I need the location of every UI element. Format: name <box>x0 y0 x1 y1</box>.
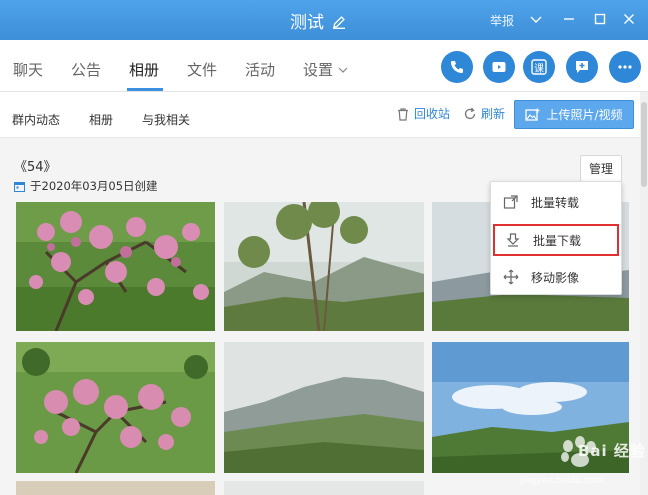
tab-album[interactable]: 相册 <box>129 59 159 80</box>
recycle-bin-label: 回收站 <box>414 107 451 121</box>
tab-chat[interactable]: 聊天 <box>13 59 43 80</box>
repost-icon <box>503 195 518 209</box>
album-created-info: 于2020年03月05日创建 <box>14 178 158 194</box>
album-subnav: 群内动态 相册 与我相关 回收站 刷新 上传照片/视频 <box>0 92 640 138</box>
image-upload-icon <box>525 108 540 121</box>
window-title-group: 测试 <box>290 8 346 33</box>
video-call-button[interactable] <box>483 51 515 83</box>
tab-bar: 聊天 公告 相册 文件 活动 设置 课 <box>0 40 648 92</box>
refresh-icon <box>464 107 476 119</box>
menu-item-move-media[interactable]: 移动影像 <box>491 261 621 293</box>
album-title: 《54》 <box>14 160 57 175</box>
tab-files[interactable]: 文件 <box>187 59 217 80</box>
tab-activities[interactable]: 活动 <box>245 59 275 80</box>
title-bar: 测试 举报 <box>0 0 648 40</box>
more-icon <box>618 65 632 69</box>
edit-title-icon[interactable] <box>332 14 346 29</box>
report-link[interactable]: 举报 <box>490 12 514 29</box>
manage-dropdown-menu: 批量转载 批量下载 移动影像 <box>490 181 622 295</box>
mountain-valley-photo <box>224 202 424 331</box>
subnav-related-to-me[interactable]: 与我相关 <box>142 111 190 128</box>
add-message-button[interactable] <box>566 51 598 83</box>
move-icon <box>503 269 519 285</box>
refresh-button[interactable]: 刷新 <box>463 105 505 122</box>
video-icon <box>492 62 506 72</box>
add-message-icon <box>576 61 588 73</box>
photo-thumbnail[interactable] <box>224 202 424 331</box>
peach-blossom-photo <box>16 202 215 331</box>
upload-label: 上传照片/视频 <box>546 108 623 122</box>
menu-item-label: 批量下载 <box>533 233 582 248</box>
manage-button[interactable]: 管理 <box>580 155 622 182</box>
subnav-group-feed[interactable]: 群内动态 <box>12 111 60 128</box>
peach-orchard-photo <box>16 342 215 473</box>
lesson-glyph: 课 <box>534 63 544 75</box>
scrollbar-thumb[interactable] <box>641 102 647 187</box>
tab-settings[interactable]: 设置 <box>303 59 348 80</box>
trash-icon <box>398 107 408 121</box>
photo-thumbnail[interactable] <box>224 342 424 473</box>
close-icon[interactable] <box>620 10 638 28</box>
window-title: 测试 <box>290 13 324 33</box>
phone-button[interactable] <box>441 51 473 83</box>
chevron-down-icon[interactable] <box>527 10 545 28</box>
maximize-icon[interactable] <box>591 10 609 28</box>
menu-item-batch-repost[interactable]: 批量转载 <box>491 186 621 218</box>
photo-thumbnail[interactable] <box>16 202 215 331</box>
upload-photo-video-button[interactable]: 上传照片/视频 <box>514 100 634 129</box>
active-tab-indicator <box>127 88 163 91</box>
chevron-down-icon <box>338 67 348 73</box>
photo-thumbnail[interactable] <box>16 481 215 495</box>
tab-settings-label: 设置 <box>303 61 334 79</box>
minimize-icon[interactable] <box>560 10 578 28</box>
refresh-label: 刷新 <box>481 107 506 121</box>
watermark-url: jingyan.baidu.com <box>520 476 604 486</box>
phone-icon <box>451 61 463 73</box>
photo-thumbnail[interactable] <box>16 342 215 473</box>
menu-item-label: 批量转载 <box>531 195 580 210</box>
lesson-button[interactable]: 课 <box>523 51 555 83</box>
album-created-date: 于2020年03月05日创建 <box>30 179 158 193</box>
menu-item-label: 移动影像 <box>531 270 580 285</box>
calendar-icon <box>14 181 25 192</box>
watermark-brand: Bai 经验 <box>578 442 646 460</box>
tab-announcement[interactable]: 公告 <box>71 59 101 80</box>
download-icon <box>506 233 520 247</box>
subnav-album[interactable]: 相册 <box>89 111 113 128</box>
recycle-bin-button[interactable]: 回收站 <box>396 105 450 122</box>
mountain-range-photo <box>224 342 424 473</box>
menu-item-batch-download[interactable]: 批量下载 <box>493 224 619 256</box>
more-button[interactable] <box>609 51 641 83</box>
photo-thumbnail[interactable] <box>224 481 424 495</box>
